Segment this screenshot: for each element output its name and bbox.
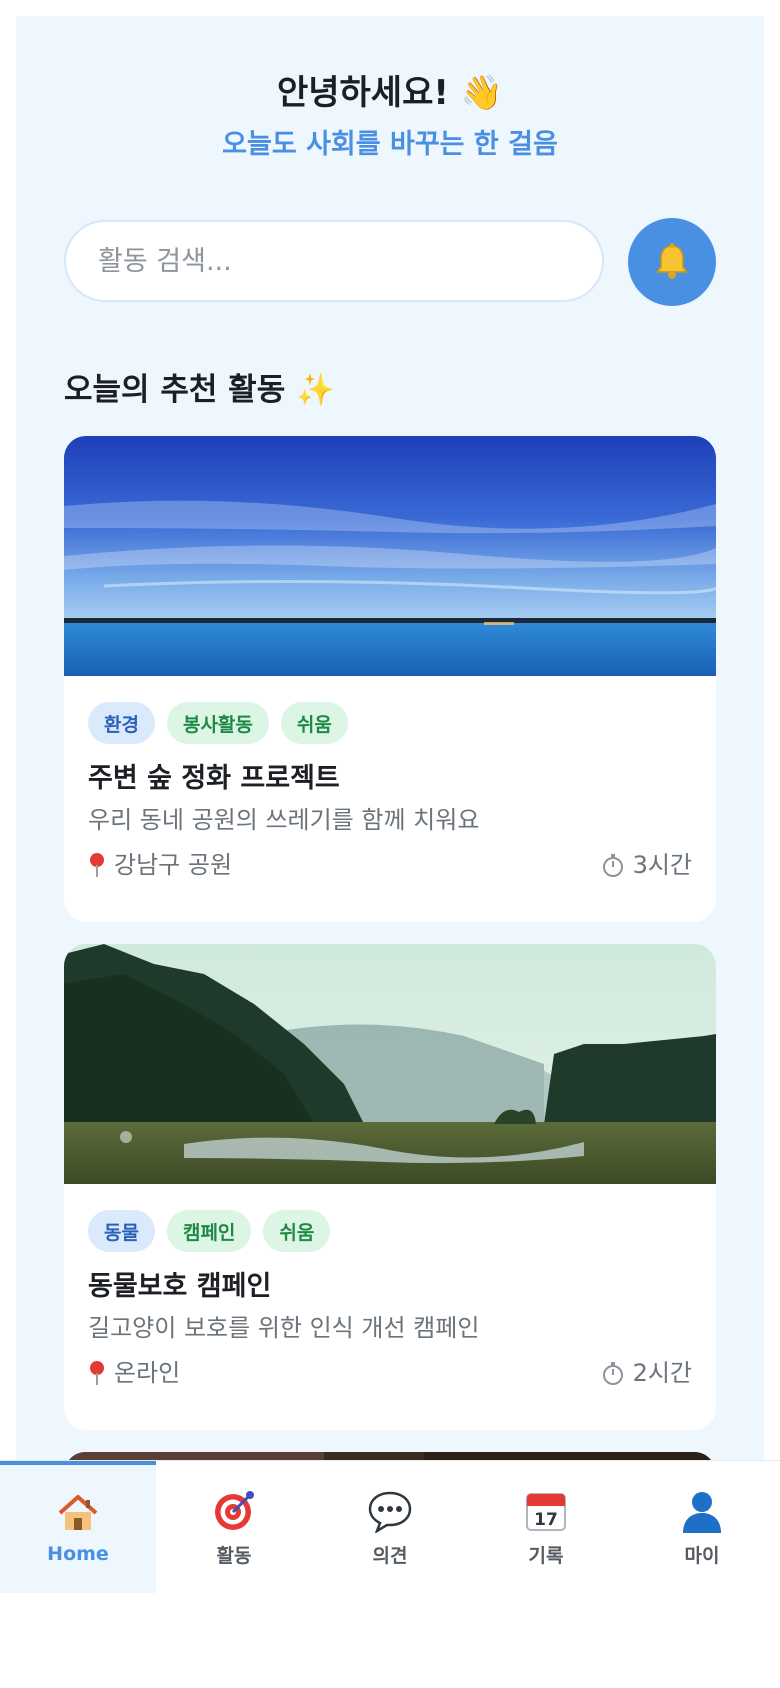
tab-label: 의견: [372, 1544, 408, 1567]
tab-my[interactable]: 마이: [624, 1461, 780, 1593]
duration-text: 2시간: [632, 1359, 692, 1387]
tab-label: 기록: [528, 1544, 564, 1567]
location-text: 온라인: [114, 1359, 181, 1387]
tag-type: 봉사활동: [166, 702, 269, 744]
tag-category: 환경: [88, 702, 155, 744]
subtitle-text: 오늘도 사회를 바꾸는 한 걸음: [222, 129, 558, 160]
stopwatch-icon: [602, 854, 623, 877]
card-title: 동물보호 캠페인: [88, 1271, 272, 1302]
card-description: 길고양이 보호를 위한 인식 개선 캠페인: [88, 1314, 480, 1342]
card-image-lake: [64, 436, 716, 676]
calendar-icon: 17: [522, 1487, 570, 1535]
house-icon: [54, 1489, 102, 1537]
tag-list: 동물 캠페인 쉬움: [88, 1210, 692, 1254]
location-text: 강남구 공원: [114, 851, 233, 879]
header: 안녕하세요! 👋 오늘도 사회를 바꾸는 한 걸음: [16, 72, 764, 162]
duration-text: 3시간: [632, 851, 692, 879]
tag-list: 환경 봉사활동 쉬움: [88, 702, 692, 746]
target-icon: [210, 1487, 258, 1535]
home-screen: 안녕하세요! 👋 오늘도 사회를 바꾸는 한 걸음 오늘의 추천 활동 ✨: [16, 16, 764, 1592]
bell-icon: [655, 243, 689, 279]
tab-record[interactable]: 17 기록: [468, 1461, 624, 1593]
tab-activity[interactable]: 활동: [156, 1461, 312, 1593]
tag-difficulty: 쉬움: [263, 1210, 331, 1252]
duration: 3시간: [601, 848, 692, 882]
search-input[interactable]: [64, 220, 604, 302]
pin-icon: [90, 1361, 104, 1385]
greeting-text: 안녕하세요! 👋: [276, 73, 504, 113]
tab-label: 마이: [684, 1544, 720, 1567]
location: 온라인: [88, 1356, 180, 1390]
pin-icon: [90, 853, 104, 877]
activity-card[interactable]: 동물 캠페인 쉬움 동물보호 캠페인 길고양이 보호를 위한 인식 개선 캠페인…: [64, 944, 716, 1430]
person-icon: [678, 1487, 726, 1535]
card-image-forest: [64, 944, 716, 1184]
tag-category: 동물: [88, 1210, 155, 1252]
location: 강남구 공원: [88, 848, 232, 882]
activity-card[interactable]: 환경 봉사활동 쉬움 주변 숲 정화 프로젝트 우리 동네 공원의 쓰레기를 함…: [64, 436, 716, 922]
tab-home[interactable]: Home: [0, 1461, 156, 1593]
tag-difficulty: 쉬움: [280, 702, 348, 744]
tab-label: 활동: [216, 1544, 252, 1567]
stopwatch-icon: [602, 1362, 623, 1385]
speech-bubble-icon: [366, 1487, 414, 1535]
card-description: 우리 동네 공원의 쓰레기를 함께 치워요: [88, 806, 480, 834]
card-meta: 강남구 공원 3시간: [88, 848, 692, 882]
card-meta: 온라인 2시간: [88, 1356, 692, 1390]
search-row: [64, 218, 716, 306]
notification-button[interactable]: [628, 218, 716, 306]
section-title: 오늘의 추천 활동 ✨: [64, 372, 335, 408]
bottom-tab-bar: Home 활동 의견 17 기록 마이: [0, 1460, 780, 1593]
svg-text:17: 17: [534, 1510, 558, 1530]
tab-opinion[interactable]: 의견: [312, 1461, 468, 1593]
duration: 2시간: [601, 1356, 692, 1390]
tag-type: 캠페인: [166, 1210, 252, 1252]
card-title: 주변 숲 정화 프로젝트: [88, 763, 340, 794]
tab-label: Home: [47, 1543, 109, 1565]
